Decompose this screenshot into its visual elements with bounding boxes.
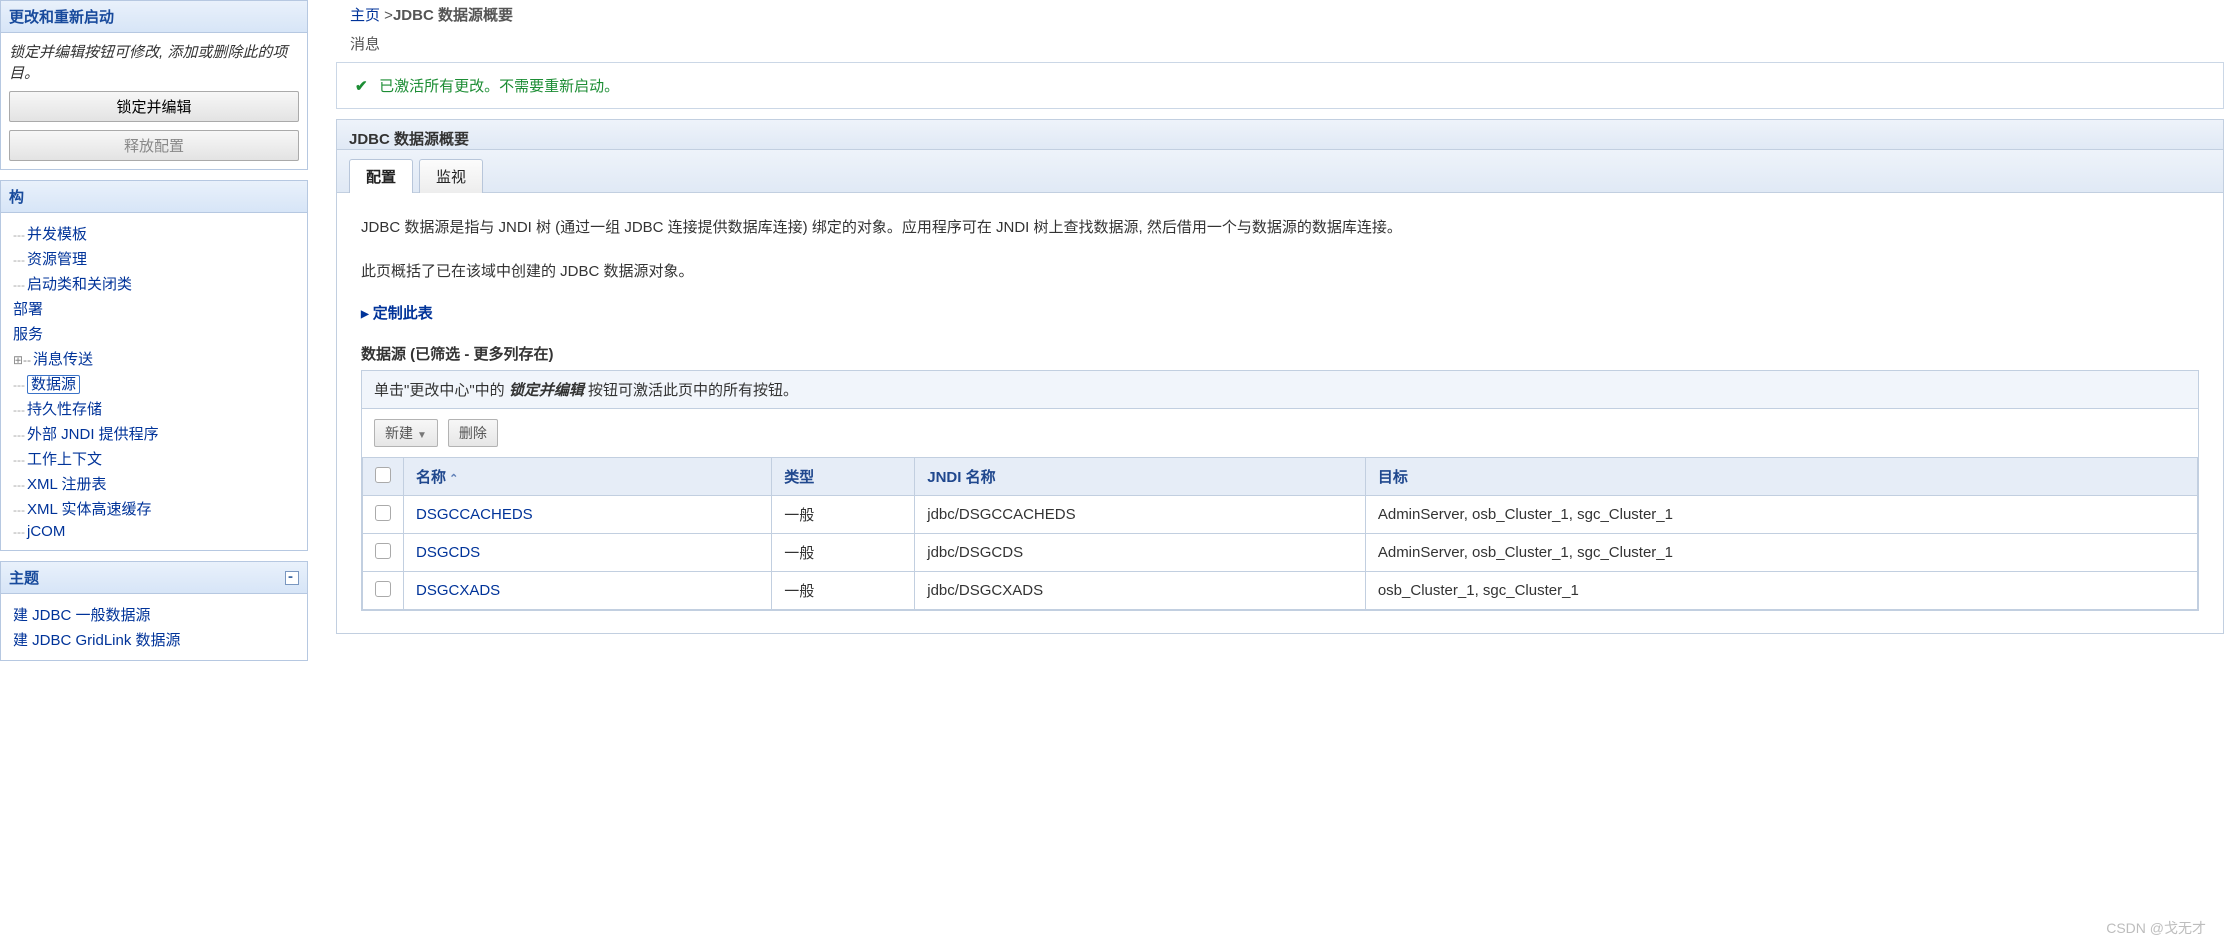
breadcrumb-current: JDBC 数据源概要 bbox=[393, 7, 513, 24]
domain-tree: 并发模板资源管理启动类和关闭类部署服务消息传送数据源持久性存储外部 JNDI 提… bbox=[9, 221, 299, 542]
messages-text: 已激活所有更改。不需要重新启动。 bbox=[379, 78, 619, 95]
topics-title: 主题 bbox=[9, 567, 39, 588]
ds-name-link[interactable]: DSGCXADS bbox=[416, 582, 500, 599]
tree-node[interactable]: 资源管理 bbox=[9, 246, 299, 271]
change-center-title: 更改和重新启动 bbox=[1, 1, 307, 33]
messages-box: ✔ 已激活所有更改。不需要重新启动。 bbox=[336, 62, 2224, 109]
tree-node[interactable]: XML 注册表 bbox=[9, 471, 299, 496]
ds-target: osb_Cluster_1, sgc_Cluster_1 bbox=[1365, 572, 2197, 610]
ds-jndi: jdbc/DSGCXADS bbox=[915, 572, 1366, 610]
ds-name-link[interactable]: DSGCCACHEDS bbox=[416, 506, 533, 523]
row-checkbox[interactable] bbox=[375, 581, 391, 597]
ds-target: AdminServer, osb_Cluster_1, sgc_Cluster_… bbox=[1365, 496, 2197, 534]
tree-node-label[interactable]: 外部 JNDI 提供程序 bbox=[27, 426, 159, 443]
domain-structure-panel: 构 并发模板资源管理启动类和关闭类部署服务消息传送数据源持久性存储外部 JNDI… bbox=[0, 180, 308, 551]
delete-button[interactable]: 删除 bbox=[448, 419, 498, 447]
tree-node-label[interactable]: 消息传送 bbox=[33, 351, 93, 368]
tree-node[interactable]: jCOM bbox=[9, 521, 299, 542]
table-row: DSGCDS 一般jdbc/DSGCDSAdminServer, osb_Clus… bbox=[363, 534, 2198, 572]
new-button[interactable]: 新建▼ bbox=[374, 419, 438, 447]
col-name[interactable]: 名称 bbox=[404, 458, 772, 496]
watermark: CSDN @戈无才 bbox=[2106, 918, 2206, 938]
breadcrumb: 主页 >JDBC 数据源概要 bbox=[336, 0, 2224, 31]
topic-item[interactable]: 建 JDBC GridLink 数据源 bbox=[9, 627, 299, 652]
lock-edit-button[interactable]: 锁定并编辑 bbox=[9, 91, 299, 122]
topics-panel: 主题 建 JDBC 一般数据源建 JDBC GridLink 数据源 bbox=[0, 561, 308, 661]
tree-node[interactable]: 服务 bbox=[9, 321, 299, 346]
customize-table-link[interactable]: 定制此表 bbox=[361, 302, 2199, 323]
tree-node-label[interactable]: 部署 bbox=[13, 301, 43, 318]
ds-jndi: jdbc/DSGCCACHEDS bbox=[915, 496, 1366, 534]
col-jndi[interactable]: JNDI 名称 bbox=[915, 458, 1366, 496]
tree-node-label[interactable]: 启动类和关闭类 bbox=[27, 276, 132, 293]
change-center-note: 锁定并编辑按钮可修改, 添加或删除此的项目。 bbox=[9, 41, 299, 83]
tab-配置[interactable]: 配置 bbox=[349, 159, 413, 193]
tree-node[interactable]: 消息传送 bbox=[9, 346, 299, 371]
tabstrip: 配置监视 bbox=[337, 150, 2223, 192]
row-checkbox[interactable] bbox=[375, 543, 391, 559]
col-type[interactable]: 类型 bbox=[772, 458, 915, 496]
breadcrumb-home[interactable]: 主页 bbox=[350, 7, 380, 24]
tree-node-label[interactable]: XML 实体高速缓存 bbox=[27, 501, 151, 518]
content-box: JDBC 数据源概要 配置监视 JDBC 数据源是指与 JNDI 树 (通过一组… bbox=[336, 119, 2224, 634]
ds-type: 一般 bbox=[772, 572, 915, 610]
topic-link[interactable]: 建 JDBC GridLink 数据源 bbox=[13, 632, 181, 649]
tree-node-label[interactable]: 数据源 bbox=[27, 375, 80, 394]
col-checkbox bbox=[363, 458, 404, 496]
description-1: JDBC 数据源是指与 JNDI 树 (通过一组 JDBC 连接提供数据库连接)… bbox=[361, 215, 2199, 241]
topics-header: 主题 bbox=[1, 562, 307, 594]
select-all-checkbox[interactable] bbox=[375, 467, 391, 483]
tree-node[interactable]: 工作上下文 bbox=[9, 446, 299, 471]
row-checkbox[interactable] bbox=[375, 505, 391, 521]
ds-jndi: jdbc/DSGCDS bbox=[915, 534, 1366, 572]
tree-node-label[interactable]: 持久性存储 bbox=[27, 401, 102, 418]
table-row: DSGCCACHEDS 一般jdbc/DSGCCACHEDSAdminServer… bbox=[363, 496, 2198, 534]
topic-item[interactable]: 建 JDBC 一般数据源 bbox=[9, 602, 299, 627]
tab-监视[interactable]: 监视 bbox=[419, 159, 483, 193]
lock-help-bar: 单击"更改中心"中的 锁定并编辑 按钮可激活此页中的所有按钮。 bbox=[361, 370, 2199, 409]
topics-list: 建 JDBC 一般数据源建 JDBC GridLink 数据源 bbox=[9, 602, 299, 652]
tree-node[interactable]: 部署 bbox=[9, 296, 299, 321]
tree-node-label[interactable]: XML 注册表 bbox=[27, 476, 106, 493]
ds-type: 一般 bbox=[772, 534, 915, 572]
datasource-table: 名称 类型 JNDI 名称 目标 DSGCCACHEDS 一般jdbc/DSGCC… bbox=[362, 457, 2198, 610]
tree-node-label[interactable]: jCOM bbox=[27, 523, 65, 540]
tree-node[interactable]: 外部 JNDI 提供程序 bbox=[9, 421, 299, 446]
check-icon: ✔ bbox=[355, 77, 369, 95]
tree-node[interactable]: 并发模板 bbox=[9, 221, 299, 246]
datasource-heading: 数据源 (已筛选 - 更多列存在) bbox=[361, 343, 2199, 364]
tree-node[interactable]: 数据源 bbox=[9, 371, 299, 396]
chevron-down-icon: ▼ bbox=[417, 430, 427, 441]
ds-target: AdminServer, osb_Cluster_1, sgc_Cluster_… bbox=[1365, 534, 2197, 572]
tree-node-label[interactable]: 服务 bbox=[13, 326, 43, 343]
tree-node[interactable]: 启动类和关闭类 bbox=[9, 271, 299, 296]
collapse-icon[interactable] bbox=[285, 571, 299, 585]
table-row: DSGCXADS 一般jdbc/DSGCXADSosb_Cluster_1, sg… bbox=[363, 572, 2198, 610]
messages-label: 消息 bbox=[336, 31, 2224, 56]
tree-node[interactable]: 持久性存储 bbox=[9, 396, 299, 421]
tree-node[interactable]: XML 实体高速缓存 bbox=[9, 496, 299, 521]
change-center-panel: 更改和重新启动 锁定并编辑按钮可修改, 添加或删除此的项目。 锁定并编辑 释放配… bbox=[0, 0, 308, 170]
ds-type: 一般 bbox=[772, 496, 915, 534]
release-config-button[interactable]: 释放配置 bbox=[9, 130, 299, 161]
tree-node-label[interactable]: 资源管理 bbox=[27, 251, 87, 268]
tree-node-label[interactable]: 工作上下文 bbox=[27, 451, 102, 468]
col-target[interactable]: 目标 bbox=[1365, 458, 2197, 496]
content-title: JDBC 数据源概要 bbox=[337, 120, 2223, 150]
ds-name-link[interactable]: DSGCDS bbox=[416, 544, 480, 561]
topic-link[interactable]: 建 JDBC 一般数据源 bbox=[13, 607, 151, 624]
tree-node-label[interactable]: 并发模板 bbox=[27, 226, 87, 243]
description-2: 此页概括了已在该域中创建的 JDBC 数据源对象。 bbox=[361, 259, 2199, 285]
domain-structure-title: 构 bbox=[1, 181, 307, 213]
